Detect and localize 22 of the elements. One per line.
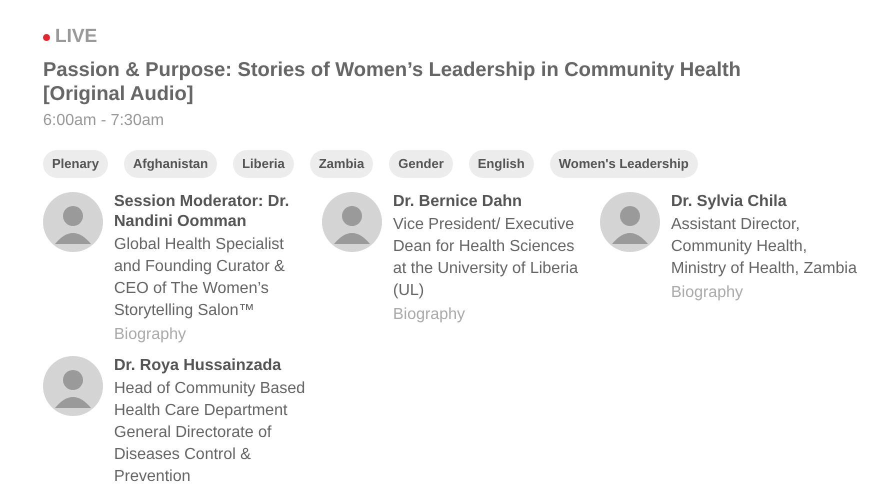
avatar-icon <box>43 356 103 416</box>
live-label: LIVE <box>55 24 98 49</box>
speaker-description: Vice President/ Executive Dean for Health Sciences at the University of Liberia (UL) <box>393 215 579 301</box>
tag-chip[interactable]: Gender <box>389 150 453 178</box>
tag-chip[interactable]: Women's Leadership <box>550 150 698 178</box>
session-time: 6:00am - 7:30am <box>43 111 165 131</box>
speaker-name: Dr. Sylvia Chila <box>671 192 788 212</box>
avatar-icon <box>600 192 660 252</box>
speaker-name: Dr. Bernice Dahn <box>393 192 523 212</box>
tag-chip[interactable]: Afghanistan <box>124 150 218 178</box>
speaker-name: Session Moderator: Dr. Nandini Oomman <box>114 192 290 232</box>
tag-chip[interactable]: Zambia <box>310 150 374 178</box>
speaker-description: Global Health Specialist and Founding Curator & CEO of The Women’s Storytelling Salon™ <box>114 235 286 321</box>
avatar-icon <box>322 192 382 252</box>
speaker-description: Head of Community Based Health Care Department General Directorate of Diseases Control & Prevention <box>114 379 306 487</box>
avatar-icon <box>43 192 103 252</box>
tag-chip[interactable]: Liberia <box>233 150 294 178</box>
session-title: Passion & Purpose: Stories of Women’s Leadership in Community Health [Original Audio] <box>43 58 742 106</box>
tag-chip[interactable]: Plenary <box>43 150 108 178</box>
tag-chip[interactable]: English <box>468 150 534 178</box>
speaker-description: Assistant Director, Community Health, Ministry of Health, Zambia <box>671 215 858 279</box>
speaker-name: Dr. Roya Hussainzada <box>114 356 282 376</box>
